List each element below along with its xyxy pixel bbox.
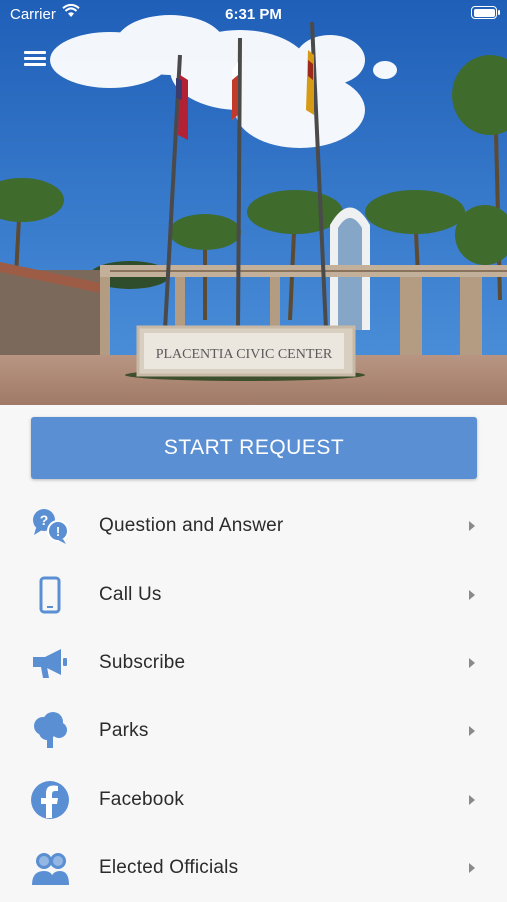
- megaphone-icon: [28, 641, 72, 685]
- menu-item-label: Call Us: [99, 583, 162, 605]
- hero-image: PLACENTIA CIVIC CENTER: [0, 0, 507, 405]
- svg-text:!: !: [56, 524, 60, 539]
- menu-item-subscribe[interactable]: Subscribe: [0, 629, 507, 697]
- facebook-icon: [28, 778, 72, 822]
- chevron-right-icon: [469, 863, 475, 874]
- clock: 6:31 PM: [225, 6, 282, 23]
- menu-item-label: Subscribe: [99, 651, 186, 673]
- svg-text:?: ?: [40, 512, 49, 528]
- chevron-right-icon: [469, 657, 475, 668]
- menu-item-label: Question and Answer: [99, 515, 284, 537]
- chevron-right-icon: [469, 794, 475, 805]
- chevron-right-icon: [469, 521, 475, 532]
- menu-item-call-us[interactable]: Call Us: [0, 560, 507, 628]
- question-answer-icon: ? !: [28, 504, 72, 548]
- officials-icon: [28, 846, 72, 890]
- start-request-button[interactable]: START REQUEST: [31, 417, 477, 479]
- tree-icon: [28, 709, 72, 753]
- status-bar: Carrier 6:31 PM: [0, 0, 507, 28]
- chevron-right-icon: [469, 726, 475, 737]
- hamburger-menu-icon[interactable]: [24, 49, 46, 67]
- battery-icon: [471, 6, 500, 19]
- menu-item-parks[interactable]: Parks: [0, 697, 507, 765]
- menu-item-label: Elected Officials: [99, 857, 239, 879]
- menu-item-facebook[interactable]: Facebook: [0, 766, 507, 834]
- menu-list: ? ! Question and Answer Call Us Subscrib…: [0, 492, 507, 902]
- phone-icon: [28, 573, 72, 617]
- menu-item-label: Facebook: [99, 788, 185, 810]
- start-request-label: START REQUEST: [163, 436, 345, 459]
- menu-item-question-and-answer[interactable]: ? ! Question and Answer: [0, 492, 507, 560]
- menu-item-label: Parks: [99, 720, 149, 742]
- sign-text: PLACENTIA CIVIC CENTER: [156, 347, 333, 362]
- menu-item-elected-officials[interactable]: Elected Officials: [0, 834, 507, 902]
- chevron-right-icon: [469, 589, 475, 600]
